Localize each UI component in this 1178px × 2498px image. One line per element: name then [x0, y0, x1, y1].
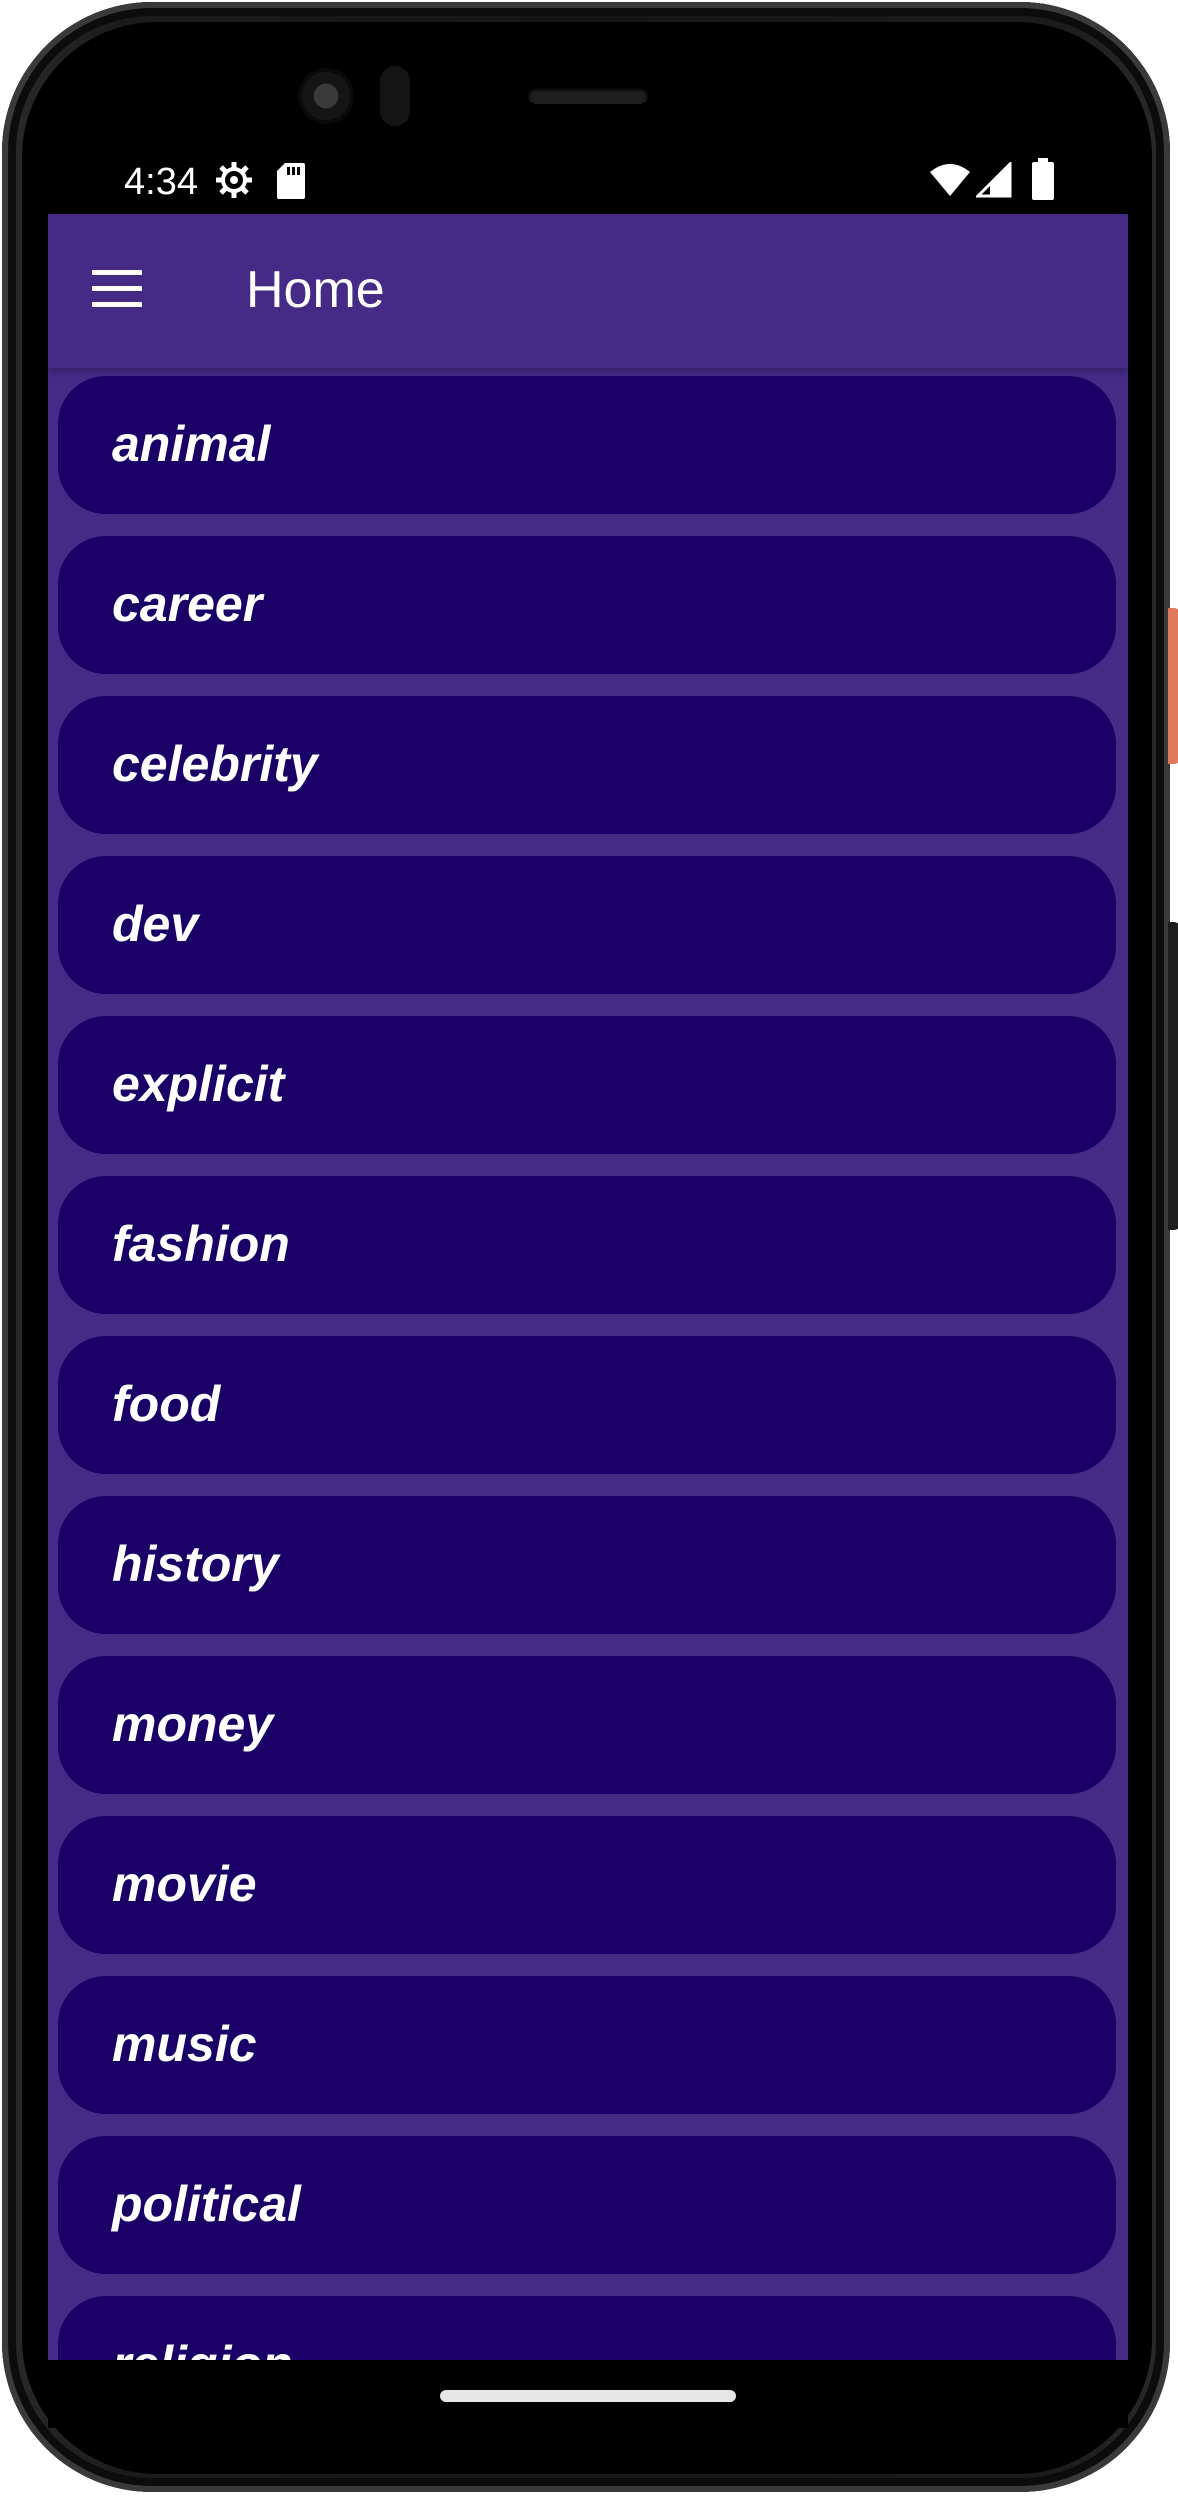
list-item-label: fashion	[112, 1216, 290, 1272]
proximity-sensor	[380, 66, 410, 126]
phone-frame: 4:34 Home animal career celebrity dev ex…	[2, 2, 1178, 2492]
list-item-history[interactable]: history	[58, 1496, 1116, 1634]
earpiece-speaker	[528, 88, 648, 104]
list-item-label: food	[112, 1376, 221, 1432]
list-item-political[interactable]: political	[58, 2136, 1116, 2274]
wifi-icon	[930, 164, 970, 196]
navigation-bar	[48, 2360, 1128, 2428]
signal-icon	[976, 162, 1012, 198]
list-item-label: movie	[112, 1856, 257, 1912]
screen: 4:34 Home animal career celebrity dev ex…	[48, 148, 1128, 2428]
gear-icon	[216, 162, 252, 198]
list-item-label: history	[112, 1536, 279, 1592]
list-item-explicit[interactable]: explicit	[58, 1016, 1116, 1154]
volume-button	[1168, 922, 1178, 1230]
list-item-movie[interactable]: movie	[58, 1816, 1116, 1954]
list-item-label: money	[112, 1696, 274, 1752]
hamburger-menu-icon[interactable]	[88, 260, 144, 316]
page-title: Home	[246, 261, 385, 319]
home-indicator[interactable]	[440, 2390, 736, 2402]
list-item-label: celebrity	[112, 736, 318, 792]
list-item-money[interactable]: money	[58, 1656, 1116, 1794]
list-item-label: dev	[112, 896, 199, 952]
power-button	[1168, 608, 1178, 764]
category-list-container[interactable]: animal career celebrity dev explicit fashion f…	[48, 368, 1128, 2428]
list-item-fashion[interactable]: fashion	[58, 1176, 1116, 1314]
list-item-label: political	[112, 2176, 301, 2232]
list-item-label: career	[112, 576, 263, 632]
list-item-career[interactable]: career	[58, 536, 1116, 674]
battery-icon	[1032, 158, 1054, 200]
list-item-animal[interactable]: animal	[58, 376, 1116, 514]
status-time: 4:34	[124, 161, 198, 203]
sd-card-icon	[277, 163, 305, 199]
list-item-dev[interactable]: dev	[58, 856, 1116, 994]
list-item-music[interactable]: music	[58, 1976, 1116, 2114]
list-item-food[interactable]: food	[58, 1336, 1116, 1474]
app-bar: Home	[48, 214, 1128, 368]
list-item-label: music	[112, 2016, 257, 2072]
list-item-celebrity[interactable]: celebrity	[58, 696, 1116, 834]
front-camera	[298, 68, 354, 124]
category-list: animal career celebrity dev explicit fashion f…	[58, 376, 1116, 2428]
list-item-label: explicit	[112, 1056, 285, 1112]
list-item-label: animal	[112, 416, 271, 472]
status-bar: 4:34	[48, 148, 1128, 214]
